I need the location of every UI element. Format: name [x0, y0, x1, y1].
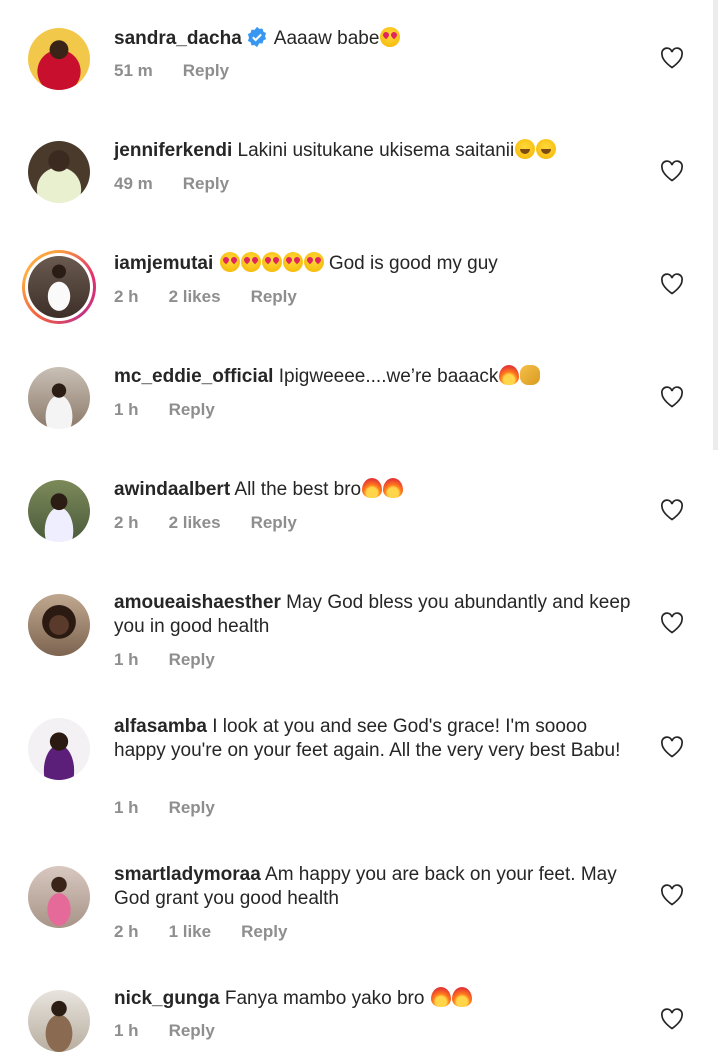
- heart-eyes-emoji-icon: [282, 252, 303, 272]
- likes-count[interactable]: 1 like: [169, 922, 212, 941]
- username[interactable]: awindaalbert: [114, 479, 230, 500]
- laughing-emoji-icon: [515, 139, 536, 159]
- timestamp: 2 h: [114, 922, 139, 941]
- comment-text: jenniferkendi Lakini usitukane ukisema s…: [114, 139, 644, 163]
- timestamp: 1 h: [114, 798, 139, 817]
- fire-emoji-icon: [362, 478, 383, 498]
- username[interactable]: mc_eddie_official: [114, 366, 273, 387]
- fire-emoji-icon: [451, 987, 472, 1007]
- timestamp: 49 m: [114, 174, 153, 193]
- fire-emoji-icon: [430, 987, 451, 1007]
- comment-meta: 1 h Reply: [114, 1021, 245, 1041]
- clapping-emoji-icon: [520, 365, 541, 385]
- heart-eyes-emoji-icon: [380, 27, 401, 47]
- reply-button[interactable]: Reply: [183, 61, 229, 80]
- comment-body: God is good my guy: [328, 253, 498, 274]
- reply-button[interactable]: Reply: [169, 1021, 215, 1040]
- comment-meta: 2 h 2 likes Reply: [114, 513, 327, 533]
- comment-meta: 1 h Reply: [114, 650, 245, 670]
- comment-body: Lakini usitukane ukisema saitanii: [237, 140, 515, 161]
- heart-eyes-emoji-icon: [219, 252, 240, 272]
- heart-outline-icon[interactable]: [660, 1008, 684, 1030]
- comment-body: Ipigweeee....we’re baaack: [278, 366, 499, 387]
- timestamp: 1 h: [114, 650, 139, 669]
- comment-text: smartladymoraa Am happy you are back on …: [114, 863, 644, 911]
- comment-text: alfasamba I look at you and see God's gr…: [114, 715, 644, 763]
- comment-body: Fanya mambo yako bro: [224, 988, 425, 1009]
- username[interactable]: alfasamba: [114, 716, 207, 737]
- username[interactable]: smartladymoraa: [114, 864, 261, 885]
- reply-button[interactable]: Reply: [251, 287, 297, 306]
- reply-button[interactable]: Reply: [169, 798, 215, 817]
- timestamp: 1 h: [114, 1021, 139, 1040]
- heart-outline-icon[interactable]: [660, 273, 684, 295]
- username[interactable]: sandra_dacha: [114, 28, 242, 49]
- reply-button[interactable]: Reply: [169, 400, 215, 419]
- comment-text: sandra_dacha Aaaaw babe: [114, 26, 644, 51]
- avatar[interactable]: [28, 28, 90, 90]
- avatar[interactable]: [28, 480, 90, 542]
- comment-meta: 2 h 1 like Reply: [114, 922, 317, 942]
- scrollbar[interactable]: [713, 0, 718, 450]
- heart-outline-icon[interactable]: [660, 884, 684, 906]
- heart-eyes-emoji-icon: [261, 252, 282, 272]
- timestamp: 1 h: [114, 400, 139, 419]
- comment-meta: 1 h Reply: [114, 798, 245, 818]
- fire-emoji-icon: [383, 478, 404, 498]
- fire-emoji-icon: [499, 365, 520, 385]
- avatar[interactable]: [28, 141, 90, 203]
- username[interactable]: nick_gunga: [114, 988, 220, 1009]
- timestamp: 51 m: [114, 61, 153, 80]
- comment-meta: 1 h Reply: [114, 400, 245, 420]
- comment-meta: 2 h 2 likes Reply: [114, 287, 327, 307]
- comment-text: mc_eddie_official Ipigweeee....we’re baa…: [114, 365, 644, 389]
- comment-text: iamjemutai God is good my guy: [114, 252, 644, 276]
- comment-text: awindaalbert All the best bro: [114, 478, 644, 502]
- avatar[interactable]: [28, 367, 90, 429]
- laughing-emoji-icon: [536, 139, 557, 159]
- heart-outline-icon[interactable]: [660, 160, 684, 182]
- heart-eyes-emoji-icon: [240, 252, 261, 272]
- username[interactable]: iamjemutai: [114, 253, 213, 274]
- comment-text: nick_gunga Fanya mambo yako bro: [114, 987, 644, 1011]
- verified-badge-icon: [246, 26, 268, 48]
- reply-button[interactable]: Reply: [241, 922, 287, 941]
- reply-button[interactable]: Reply: [183, 174, 229, 193]
- avatar[interactable]: [28, 718, 90, 780]
- likes-count[interactable]: 2 likes: [169, 513, 221, 532]
- heart-outline-icon[interactable]: [660, 499, 684, 521]
- heart-outline-icon[interactable]: [660, 47, 684, 69]
- timestamp: 2 h: [114, 513, 139, 532]
- heart-eyes-emoji-icon: [303, 252, 324, 272]
- reply-button[interactable]: Reply: [251, 513, 297, 532]
- comment-text: amoueaishaesther May God bless you abund…: [114, 591, 644, 639]
- avatar[interactable]: [28, 866, 90, 928]
- reply-button[interactable]: Reply: [169, 650, 215, 669]
- comment-body: All the best bro: [234, 479, 362, 500]
- heart-outline-icon[interactable]: [660, 736, 684, 758]
- timestamp: 2 h: [114, 287, 139, 306]
- comment-meta: 49 m Reply: [114, 174, 259, 194]
- avatar[interactable]: [28, 990, 90, 1052]
- username[interactable]: jenniferkendi: [114, 140, 232, 161]
- avatar[interactable]: [28, 594, 90, 656]
- username[interactable]: amoueaishaesther: [114, 592, 281, 613]
- heart-outline-icon[interactable]: [660, 612, 684, 634]
- comment-meta: 51 m Reply: [114, 61, 259, 81]
- heart-outline-icon[interactable]: [660, 386, 684, 408]
- likes-count[interactable]: 2 likes: [169, 287, 221, 306]
- avatar[interactable]: [22, 250, 96, 324]
- comment-body: Aaaaw babe: [273, 28, 380, 49]
